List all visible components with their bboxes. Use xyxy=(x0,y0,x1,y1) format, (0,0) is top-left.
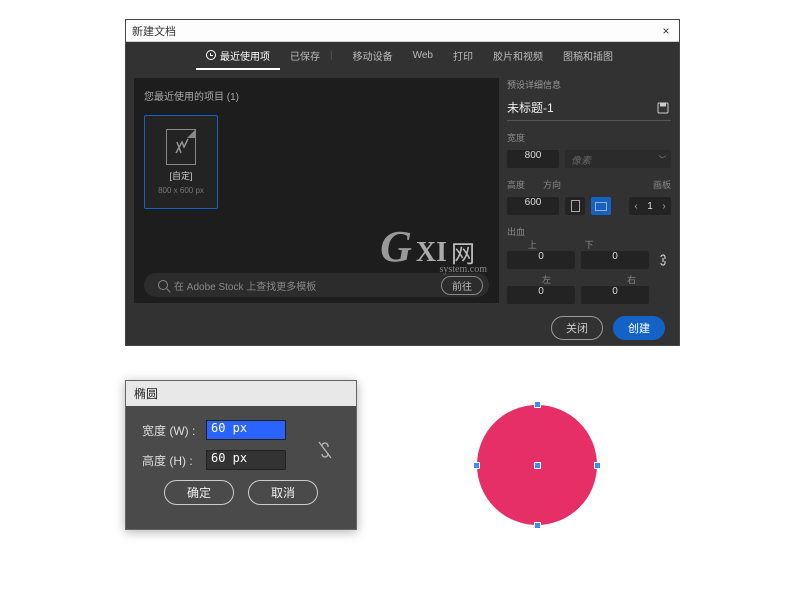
artboard-stepper[interactable]: ‹ 1 › xyxy=(629,197,671,215)
unit-value: 像素 xyxy=(571,152,591,167)
preset-size: 800 x 600 px xyxy=(158,186,204,195)
preset-custom[interactable]: [自定] 800 x 600 px xyxy=(144,115,218,209)
canvas-selection xyxy=(465,405,615,555)
selection-handle-left[interactable] xyxy=(474,463,479,468)
ellipse-width-input[interactable]: 60 px xyxy=(206,420,286,440)
clock-icon xyxy=(206,50,216,60)
bleed-bottom-input[interactable]: 0 xyxy=(581,251,649,269)
tab-recent-label: 最近使用项 xyxy=(220,48,270,63)
close-button[interactable]: 关闭 xyxy=(551,316,603,340)
preset-title: [自定] xyxy=(169,169,192,182)
dialog-title: 新建文档 xyxy=(132,23,176,39)
doc-name-row: 未标题-1 xyxy=(507,97,671,121)
tab-art[interactable]: 图稿和插图 xyxy=(553,42,623,70)
recent-heading: 您最近使用的项目 (1) xyxy=(144,88,489,103)
tab-saved-label: 已保存 xyxy=(290,48,320,63)
width-label: 宽度 xyxy=(507,131,671,144)
unit-dropdown[interactable]: 像素 ﹀ xyxy=(565,150,671,168)
ellipse-height-label: 高度 (H) : xyxy=(142,452,200,469)
stepper-up-icon[interactable]: › xyxy=(657,201,671,212)
ellipse-dialog: 椭圆 宽度 (W) : 60 px 高度 (H) : 60 px 确定 取消 xyxy=(125,380,357,530)
ellipse-ok-button[interactable]: 确定 xyxy=(164,480,234,505)
stock-placeholder: 在 Adobe Stock 上查找更多模板 xyxy=(174,278,316,293)
artboard-count: 1 xyxy=(643,201,657,212)
bleed-top-label: 上 xyxy=(507,238,558,251)
bleed-label: 出血 xyxy=(507,225,671,238)
dialog-footer: 关闭 创建 xyxy=(126,311,679,345)
category-tabs: 最近使用项 已保存| 移动设备 Web 打印 胶片和视频 图稿和插图 xyxy=(126,42,679,70)
tab-print[interactable]: 打印 xyxy=(443,42,483,70)
tab-mobile[interactable]: 移动设备 xyxy=(343,42,403,70)
orientation-landscape[interactable] xyxy=(591,197,611,215)
tab-saved[interactable]: 已保存| xyxy=(280,42,343,70)
panel-heading: 预设详细信息 xyxy=(507,78,671,91)
search-icon xyxy=(158,280,168,290)
ellipse-width-label: 宽度 (W) : xyxy=(142,422,200,439)
ellipse-buttons: 确定 取消 xyxy=(142,480,340,505)
bleed-right-input[interactable]: 0 xyxy=(581,286,649,304)
watermark-xi: XI xyxy=(416,237,447,269)
watermark: G XI 网 system.com xyxy=(380,225,475,269)
tab-mobile-label: 移动设备 xyxy=(353,48,393,63)
create-button[interactable]: 创建 xyxy=(613,316,665,340)
document-icon xyxy=(166,129,196,165)
selection-handle-top[interactable] xyxy=(535,402,540,407)
close-icon[interactable]: × xyxy=(659,24,673,38)
chevron-down-icon: ﹀ xyxy=(657,154,665,165)
tab-recent[interactable]: 最近使用项 xyxy=(196,42,280,70)
bleed-bottom-label: 下 xyxy=(564,238,615,251)
bleed-left-label: 左 xyxy=(507,273,586,286)
bleed-left-input[interactable]: 0 xyxy=(507,286,575,304)
selection-handle-bottom[interactable] xyxy=(535,523,540,528)
constrain-proportions-icon[interactable] xyxy=(314,441,336,462)
orientation-label: 方向 xyxy=(543,178,561,191)
preset-details-panel: 预设详细信息 未标题-1 宽度 800 像素 ﹀ 高度 方向 画板 xyxy=(507,78,671,303)
ellipse-title: 椭圆 xyxy=(126,381,356,406)
tab-web-label: Web xyxy=(413,50,433,61)
dialog-body: 您最近使用的项目 (1) [自定] 800 x 600 px G XI 网 xyxy=(126,70,679,311)
width-input[interactable]: 800 xyxy=(507,150,559,168)
orientation-portrait[interactable] xyxy=(565,197,585,215)
bleed-section: 出血 上 下 0 0 左 右 0 xyxy=(507,221,671,304)
selection-handle-center[interactable] xyxy=(535,463,540,468)
artboards-label: 画板 xyxy=(653,178,671,191)
stock-go-button[interactable]: 前往 xyxy=(441,276,483,295)
bleed-top-input[interactable]: 0 xyxy=(507,251,575,269)
stepper-down-icon[interactable]: ‹ xyxy=(629,201,643,212)
selection-handle-right[interactable] xyxy=(595,463,600,468)
tab-art-label: 图稿和插图 xyxy=(563,48,613,63)
height-label: 高度 xyxy=(507,178,525,191)
ellipse-height-input[interactable]: 60 px xyxy=(206,450,286,470)
stock-search-bar: 在 Adobe Stock 上查找更多模板 前往 xyxy=(144,273,489,297)
bleed-link-icon[interactable] xyxy=(655,253,671,267)
document-name-input[interactable]: 未标题-1 xyxy=(507,99,649,116)
tab-web[interactable]: Web xyxy=(403,42,443,70)
ellipse-cancel-button[interactable]: 取消 xyxy=(248,480,318,505)
new-document-dialog: 新建文档 × 最近使用项 已保存| 移动设备 Web 打印 胶片和视频 图稿和插… xyxy=(125,19,680,346)
recent-pane: 您最近使用的项目 (1) [自定] 800 x 600 px G XI 网 xyxy=(134,78,499,303)
height-input[interactable]: 600 xyxy=(507,197,559,215)
stock-search[interactable]: 在 Adobe Stock 上查找更多模板 xyxy=(158,278,316,293)
preset-grid: [自定] 800 x 600 px xyxy=(144,115,489,209)
bleed-right-label: 右 xyxy=(592,273,671,286)
tab-video[interactable]: 胶片和视频 xyxy=(483,42,553,70)
tab-print-label: 打印 xyxy=(453,48,473,63)
save-preset-icon[interactable] xyxy=(655,100,671,116)
titlebar: 新建文档 × xyxy=(126,20,679,42)
watermark-g: G xyxy=(380,225,412,269)
tab-video-label: 胶片和视频 xyxy=(493,48,543,63)
watermark-net: 网 xyxy=(451,234,475,269)
